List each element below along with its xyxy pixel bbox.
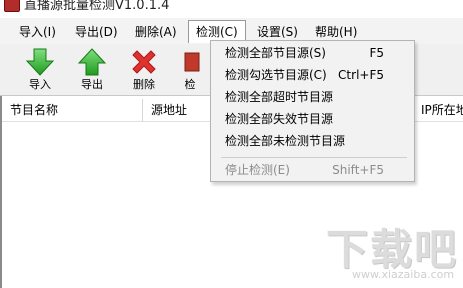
red-x-icon	[132, 50, 156, 74]
menu-item-detect-all[interactable]: 检测全部节目源(S) F5	[211, 43, 414, 63]
menu-item-label: 检测全部失效节目源	[225, 112, 334, 126]
column-header-name[interactable]: 节目名称	[2, 99, 142, 121]
watermark-logo: 下载吧	[326, 225, 459, 274]
menu-item-shortcut: F5	[369, 46, 384, 60]
window-title: 直播源批量检测V1.0.1.4	[24, 0, 170, 13]
menu-item-detect-checked[interactable]: 检测勾选节目源(C) Ctrl+F5	[211, 65, 414, 85]
menu-item-detect-unchecked[interactable]: 检测全部未检测节目源	[211, 131, 414, 151]
menu-item-label: 检测全部未检测节目源	[225, 134, 346, 148]
menu-item-label: 检测全部节目源(S)	[225, 46, 326, 60]
export-button-label: 导出	[81, 78, 103, 91]
menu-export[interactable]: 导出(D)	[68, 22, 125, 42]
delete-button[interactable]: 删除	[124, 47, 164, 93]
menu-delete[interactable]: 删除(A)	[128, 22, 184, 42]
export-button[interactable]: 导出	[72, 47, 112, 93]
menu-item-label: 停止检测(E)	[225, 163, 290, 177]
menu-item-detect-invalid[interactable]: 检测全部失效节目源	[211, 109, 414, 129]
check-icon	[184, 52, 200, 72]
green-down-arrow-icon	[25, 48, 55, 76]
menu-help[interactable]: 帮助(H)	[308, 22, 364, 42]
menu-item-shortcut: Ctrl+F5	[338, 68, 384, 82]
check-button-label: 检	[184, 78, 196, 91]
menu-item-label: 检测勾选节目源(C)	[225, 68, 327, 82]
green-up-arrow-icon	[77, 48, 107, 76]
detect-dropdown-menu: 检测全部节目源(S) F5 检测勾选节目源(C) Ctrl+F5 检测全部超时节…	[210, 40, 415, 182]
menu-settings[interactable]: 设置(S)	[250, 22, 305, 42]
menu-item-label: 检测全部超时节目源	[225, 90, 334, 104]
check-button[interactable]: 检	[172, 47, 208, 93]
title-bar: 直播源批量检测V1.0.1.4	[0, 0, 463, 18]
import-button[interactable]: 导入	[20, 47, 60, 93]
menu-import[interactable]: 导入(I)	[12, 22, 63, 42]
menu-item-detect-timeout[interactable]: 检测全部超时节目源	[211, 87, 414, 107]
menu-item-stop-detect: 停止检测(E) Shift+F5	[211, 160, 414, 180]
delete-button-label: 删除	[133, 78, 155, 91]
watermark-url: www.xiazaiba.com	[352, 268, 455, 281]
column-header-ip-location[interactable]: IP所在地	[412, 99, 463, 121]
import-button-label: 导入	[29, 78, 51, 91]
app-icon	[4, 0, 20, 12]
menu-item-shortcut: Shift+F5	[332, 163, 384, 177]
menu-separator	[221, 157, 407, 158]
